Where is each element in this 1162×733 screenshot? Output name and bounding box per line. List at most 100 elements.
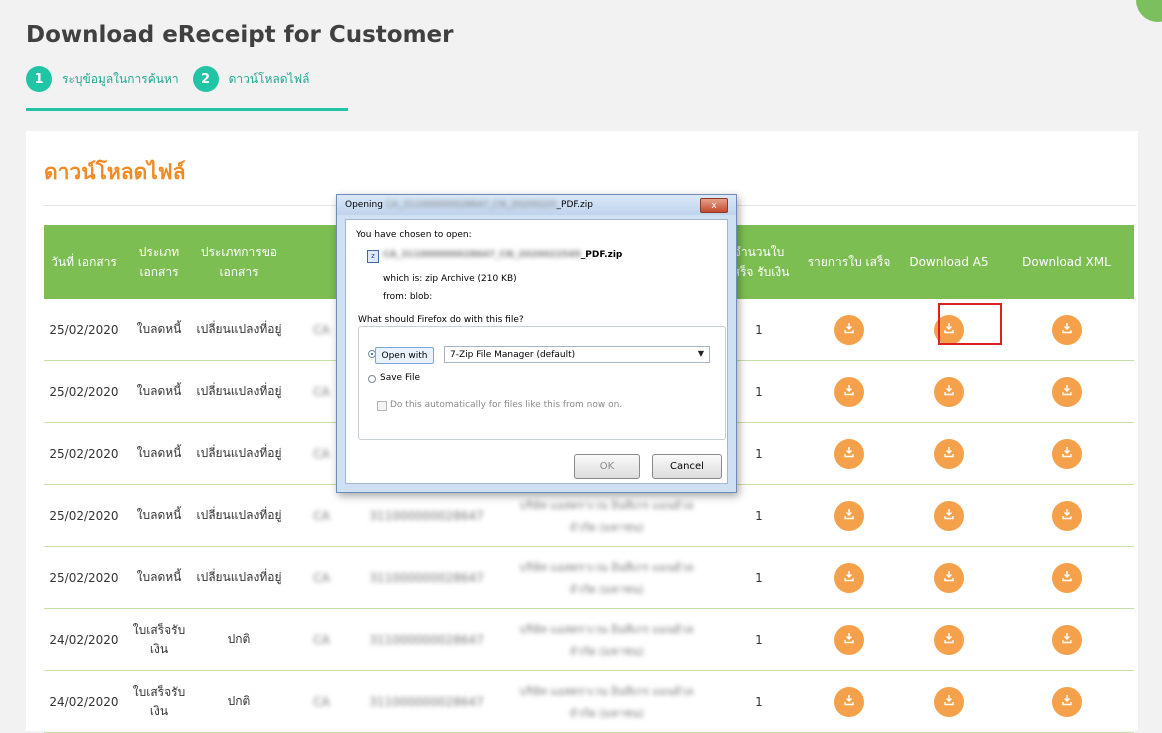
cell-receipt-list bbox=[799, 361, 899, 422]
download-xml-button[interactable] bbox=[1051, 562, 1082, 593]
cell-request-type: เปลี่ยนแปลงที่อยู่ bbox=[196, 508, 282, 522]
step-2-number: 2 bbox=[192, 66, 219, 92]
header-download-a5: Download A5 bbox=[909, 255, 989, 269]
cell-col4: CA bbox=[313, 632, 330, 647]
cell-receipt-count: 1 bbox=[755, 508, 763, 523]
cell-col5: 311000000028647 bbox=[369, 570, 484, 585]
cell-download-a5 bbox=[899, 361, 999, 422]
cell-col4: CA bbox=[313, 570, 330, 585]
receipt-list-download-button[interactable] bbox=[834, 686, 864, 717]
auto-checkbox-label: Do this automatically for files like thi… bbox=[390, 400, 623, 410]
download-xml-button[interactable] bbox=[1051, 376, 1082, 407]
cell-receipt-count: 1 bbox=[755, 632, 763, 647]
cell-receipt-list bbox=[799, 609, 899, 670]
cell-col6-line2: จำกัด (มหาชน) bbox=[569, 644, 644, 658]
open-with-app-select[interactable]: 7-Zip File Manager (default) ▼ bbox=[444, 346, 710, 363]
cell-col6: บริษัท แอสตราเวน อินทิเกร แมนยัวลจำกัด (… bbox=[494, 485, 719, 546]
dialog-title: Opening CA_311000000028647_CN_20200225_P… bbox=[345, 200, 593, 210]
dialog-file-source: from: blob: bbox=[383, 292, 433, 302]
download-icon bbox=[943, 446, 955, 461]
download-icon bbox=[943, 632, 955, 647]
cell-col6-line2: จำกัด (มหาชน) bbox=[569, 706, 644, 720]
cell-col5: 311000000028647 bbox=[369, 632, 484, 647]
download-a5-button[interactable] bbox=[934, 438, 964, 469]
steps-underline bbox=[26, 108, 348, 111]
header-download-xml: Download XML bbox=[1022, 255, 1111, 269]
header-doc-type: ประเภท เอกสาร bbox=[138, 245, 180, 279]
cell-download-a5 bbox=[899, 547, 999, 608]
dialog-body: You have chosen to open: z CA_3110000000… bbox=[345, 219, 728, 484]
cell-col6-line2: จำกัด (มหาชน) bbox=[569, 582, 644, 596]
cell-doc-date: 24/02/2020 bbox=[49, 694, 119, 709]
cell-request-type: ปกติ bbox=[227, 632, 251, 646]
cell-doc-date: 25/02/2020 bbox=[49, 384, 119, 399]
download-a5-button[interactable] bbox=[934, 624, 964, 655]
download-a5-button[interactable] bbox=[934, 686, 964, 717]
cell-request-type: เปลี่ยนแปลงที่อยู่ bbox=[196, 384, 282, 398]
cell-doc-date: 25/02/2020 bbox=[49, 570, 119, 585]
download-xml-button[interactable] bbox=[1051, 314, 1082, 345]
download-xml-button[interactable] bbox=[1051, 686, 1082, 717]
download-icon bbox=[1061, 632, 1073, 647]
cell-col6-line1: บริษัท แอสตราเวน อินทิเกร แมนยัวล bbox=[519, 560, 694, 574]
corner-accent bbox=[1136, 0, 1162, 22]
download-icon bbox=[1061, 508, 1073, 523]
dialog-filename-suffix: _PDF.zip bbox=[580, 250, 623, 260]
dialog-close-button[interactable]: x bbox=[700, 198, 728, 213]
download-icon bbox=[943, 694, 955, 709]
cell-doc-type: ใบเสร็จรับเงิน bbox=[132, 622, 186, 656]
cell-doc-type: ใบลดหนี้ bbox=[136, 570, 182, 584]
receipt-list-download-button[interactable] bbox=[834, 500, 864, 531]
cell-receipt-list bbox=[799, 547, 899, 608]
cell-col5: 311000000028647 bbox=[369, 508, 484, 523]
cell-request-type: เปลี่ยนแปลงที่อยู่ bbox=[196, 570, 282, 584]
open-with-option[interactable]: Open with bbox=[375, 347, 434, 364]
download-icon bbox=[843, 694, 855, 709]
receipt-list-download-button[interactable] bbox=[834, 624, 864, 655]
open-with-app-value: 7-Zip File Manager (default) bbox=[450, 349, 576, 360]
receipt-list-download-button[interactable] bbox=[834, 438, 864, 469]
cell-download-xml bbox=[999, 547, 1134, 608]
cell-doc-date: 25/02/2020 bbox=[49, 508, 119, 523]
cell-col6: บริษัท แอสตราเวน อินทิเกร แมนยัวลจำกัด (… bbox=[494, 671, 719, 732]
download-a5-highlight bbox=[938, 303, 1002, 345]
save-file-radio[interactable] bbox=[368, 375, 376, 383]
download-a5-button[interactable] bbox=[934, 562, 964, 593]
receipt-list-download-button[interactable] bbox=[834, 376, 864, 407]
download-icon bbox=[1061, 446, 1073, 461]
download-xml-button[interactable] bbox=[1051, 500, 1082, 531]
cell-request-type: เปลี่ยนแปลงที่อยู่ bbox=[196, 322, 282, 336]
cell-col4: CA bbox=[313, 694, 330, 709]
step-2-label: ดาวน์โหลดไฟล์ bbox=[228, 71, 310, 86]
table-row: 25/02/2020 ใบลดหนี้ เปลี่ยนแปลงที่อยู่ CA 31… bbox=[44, 547, 1134, 609]
download-a5-button[interactable] bbox=[934, 376, 964, 407]
cell-col5: 311000000028647 bbox=[369, 694, 484, 709]
download-xml-button[interactable] bbox=[1051, 624, 1082, 655]
cell-download-xml bbox=[999, 299, 1134, 360]
cancel-button[interactable]: Cancel bbox=[652, 454, 722, 479]
download-icon bbox=[943, 570, 955, 585]
step-1-number: 1 bbox=[26, 66, 52, 92]
download-a5-button[interactable] bbox=[934, 500, 964, 531]
auto-checkbox[interactable] bbox=[377, 401, 387, 411]
ok-button[interactable]: OK bbox=[574, 454, 640, 479]
cell-col6: บริษัท แอสตราเวน อินทิเกร แมนยัวลจำกัด (… bbox=[494, 609, 719, 670]
step-indicator: 1 ระบุข้อมูลในการค้นหา 2 ดาวน์โหลดไฟล์ bbox=[26, 66, 323, 92]
download-xml-button[interactable] bbox=[1051, 438, 1082, 469]
cell-download-xml bbox=[999, 485, 1134, 546]
cell-receipt-list bbox=[799, 299, 899, 360]
cell-receipt-list bbox=[799, 485, 899, 546]
receipt-list-download-button[interactable] bbox=[834, 314, 864, 345]
cell-receipt-list bbox=[799, 423, 899, 484]
cell-download-a5 bbox=[899, 423, 999, 484]
receipt-list-download-button[interactable] bbox=[834, 562, 864, 593]
save-file-label[interactable]: Save File bbox=[380, 373, 420, 383]
download-icon bbox=[843, 446, 855, 461]
download-icon bbox=[843, 570, 855, 585]
cell-doc-type: ใบลดหนี้ bbox=[136, 384, 182, 398]
cell-receipt-list bbox=[799, 671, 899, 732]
dialog-titlebar: Opening CA_311000000028647_CN_20200225_P… bbox=[337, 195, 736, 215]
dialog-filename-redacted: CA_311000000028647_CN_2020022549 bbox=[383, 250, 581, 260]
cell-download-xml bbox=[999, 609, 1134, 670]
table-row: 24/02/2020 ใบเสร็จรับเงิน ปกติ CA 3110000000… bbox=[44, 609, 1134, 671]
